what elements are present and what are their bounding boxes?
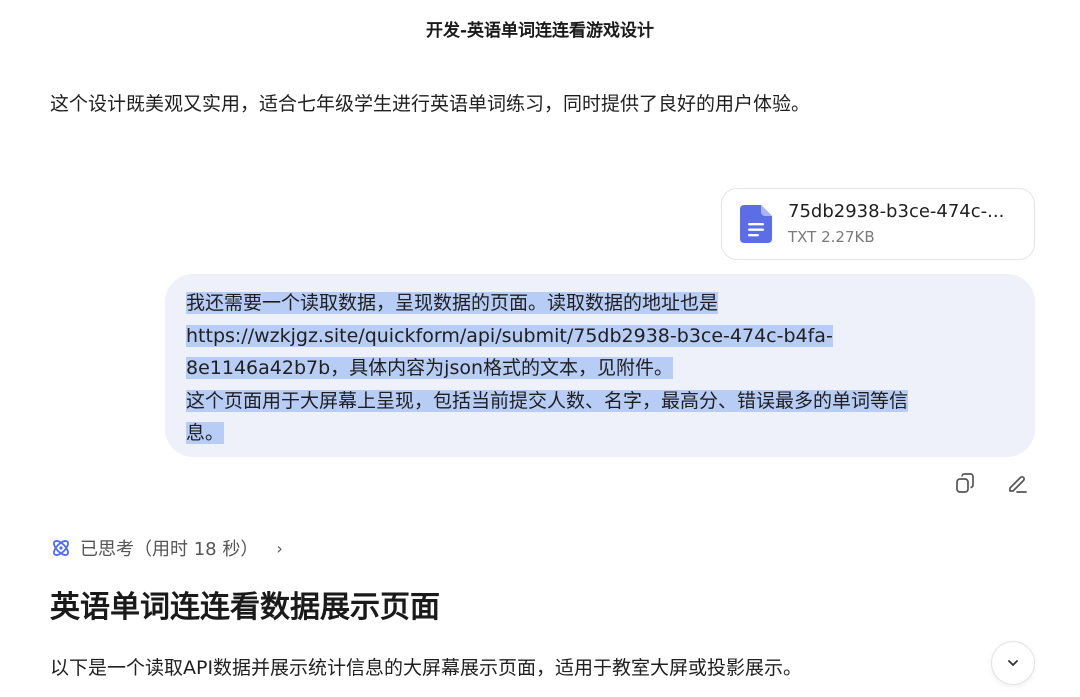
user-message-line: 我还需要一个读取数据，呈现数据的页面。读取数据的地址也是 [186,292,719,314]
previous-assistant-message: 这个设计既美观又实用，适合七年级学生进行英语单词练习，同时提供了良好的用户体验。 [50,93,811,115]
user-message-text: 我还需要一个读取数据，呈现数据的页面。读取数据的地址也是 https://wzk… [186,287,1013,450]
attachment-card[interactable]: 75db2938-b3ce-474c-... TXT 2.27KB [721,188,1035,260]
user-message-bubble: 我还需要一个读取数据，呈现数据的页面。读取数据的地址也是 https://wzk… [165,274,1035,457]
user-message-line: 8e1146a42b7b，具体内容为json格式的文本，见附件。 [186,357,674,379]
edit-icon [1009,476,1027,493]
answer-intro-text: 以下是一个读取API数据并展示统计信息的大屏幕展示页面，适用于教室大屏或投影展示… [50,657,803,679]
thinking-label: 已思考（用时 18 秒） [80,539,259,560]
attachment-name: 75db2938-b3ce-474c-... [788,201,1005,222]
user-message-line: 息。 [186,422,225,444]
user-message-line: https://wzkjgz.site/quickform/api/submit… [186,324,833,347]
thinking-toggle[interactable]: 已思考（用时 18 秒） › [50,533,283,563]
chevron-down-icon [1008,660,1018,666]
document-icon [740,205,772,243]
copy-icon [956,473,974,493]
user-message-line: 这个页面用于大屏幕上呈现，包括当前提交人数、名字，最高分、错误最多的单词等信 [186,389,909,412]
edit-button[interactable] [1004,470,1030,496]
chevron-right-icon: › [276,538,283,558]
answer-heading: 英语单词连连看数据展示页面 [50,590,440,625]
attachment-info: 75db2938-b3ce-474c-... TXT 2.27KB [788,200,1004,248]
copy-button[interactable] [952,470,978,496]
scroll-to-bottom-button[interactable] [991,641,1035,685]
attachment-meta: TXT 2.27KB [788,228,875,246]
conversation-title-text: 开发-英语单词连连看游戏设计 [425,20,655,41]
message-actions [952,470,1030,496]
thinking-icon [53,540,69,556]
conversation-title: 开发-英语单词连连看游戏设计 [0,0,1080,56]
